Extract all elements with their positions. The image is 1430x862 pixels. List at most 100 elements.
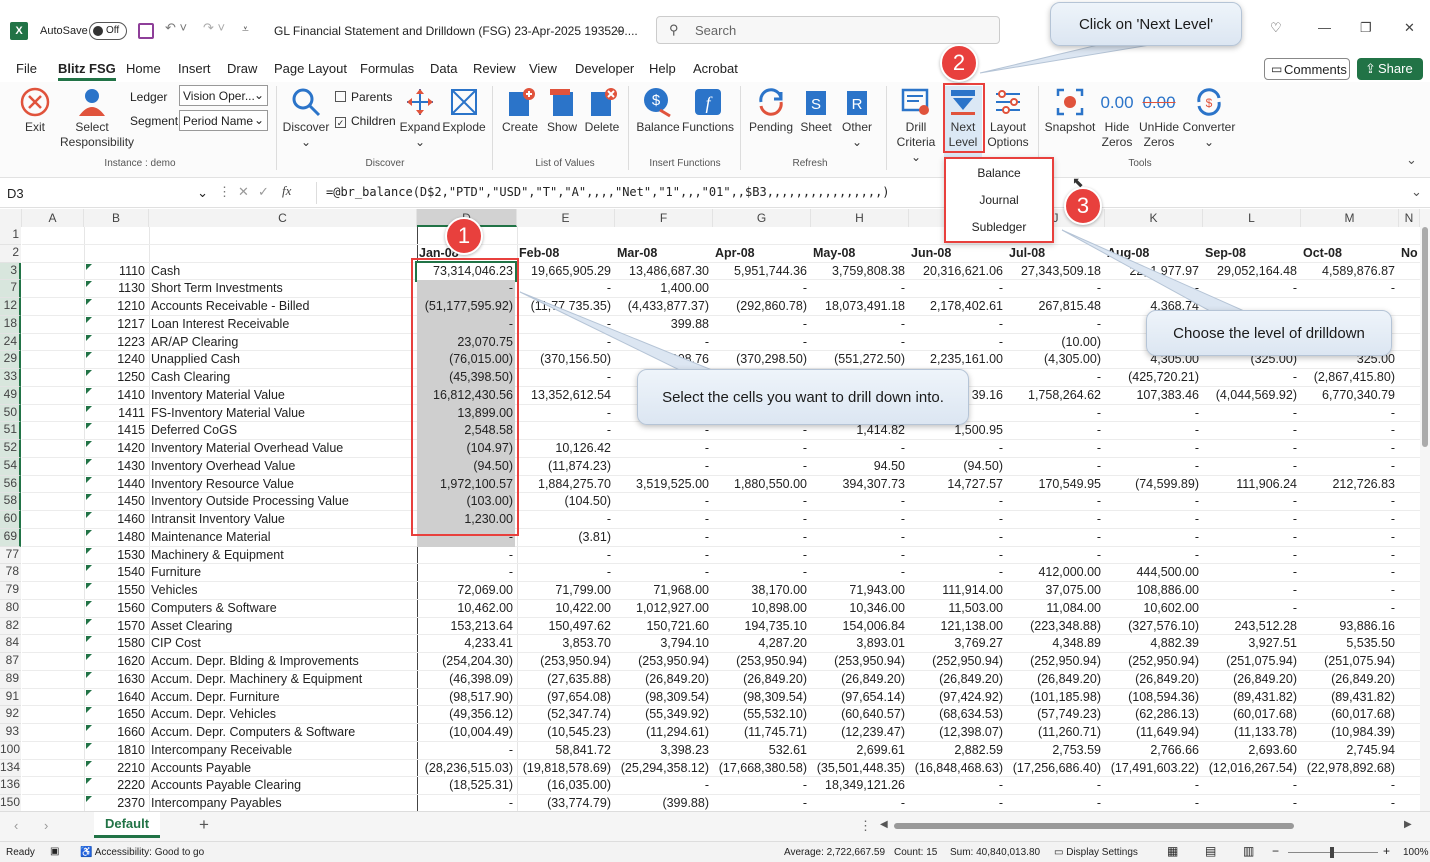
value-cell[interactable]: -	[1105, 548, 1199, 562]
value-cell[interactable]: 10,346.00	[811, 601, 905, 615]
title-dropdown-icon[interactable]: ⌄	[614, 22, 624, 36]
value-cell[interactable]: (11,649.94)	[1105, 725, 1199, 739]
pending-button[interactable]: Pending	[748, 86, 794, 135]
month-header-cell[interactable]: Oct-08	[1303, 246, 1342, 260]
value-cell[interactable]: (10,004.49)	[417, 725, 513, 739]
value-cell[interactable]: 121,138.00	[909, 619, 1003, 633]
value-cell[interactable]: 4,287.20	[713, 636, 807, 650]
account-name-cell[interactable]: Unapplied Cash	[151, 352, 240, 366]
value-cell[interactable]: (60,017.68)	[1301, 707, 1395, 721]
undo-icon[interactable]: ↶ ˅	[165, 20, 187, 36]
month-header-cell[interactable]: Aug-08	[1107, 246, 1149, 260]
account-code-cell[interactable]: 1570	[84, 619, 145, 633]
value-cell[interactable]: -	[1007, 512, 1101, 526]
value-cell[interactable]: (108,594.36)	[1105, 690, 1199, 704]
value-cell[interactable]: (11,745.71)	[713, 725, 807, 739]
value-cell[interactable]: (26,849.20)	[1203, 672, 1297, 686]
value-cell[interactable]: -	[713, 423, 807, 437]
value-cell[interactable]: (11,294.61)	[615, 725, 709, 739]
value-cell[interactable]: (253,950.94)	[811, 654, 905, 668]
value-cell[interactable]: -	[713, 494, 807, 508]
value-cell[interactable]: -	[1301, 796, 1395, 810]
value-cell[interactable]: -	[615, 459, 709, 473]
value-cell[interactable]: 10,422.00	[517, 601, 611, 615]
row-header[interactable]: 1	[0, 227, 21, 245]
value-cell[interactable]: -	[1203, 601, 1297, 615]
value-cell[interactable]: 212,726.83	[1301, 477, 1395, 491]
show-button[interactable]: Show	[540, 86, 584, 135]
row-header[interactable]: 18	[0, 315, 21, 334]
value-cell[interactable]: -	[811, 512, 905, 526]
value-cell[interactable]: -	[811, 494, 905, 508]
value-cell[interactable]: 5,951,744.36	[713, 264, 807, 278]
value-cell[interactable]: -	[713, 548, 807, 562]
autosave-toggle[interactable]: Off	[89, 22, 127, 40]
value-cell[interactable]: -	[1105, 281, 1199, 295]
row-header[interactable]: 134	[0, 759, 21, 778]
value-cell[interactable]: 4,233.41	[417, 636, 513, 650]
display-settings-button[interactable]: ▭ Display Settings	[1054, 847, 1138, 858]
value-cell[interactable]: (26,849.20)	[1301, 672, 1395, 686]
value-cell[interactable]: 1,500.95	[909, 423, 1003, 437]
value-cell[interactable]: -	[811, 548, 905, 562]
value-cell[interactable]: -	[615, 530, 709, 544]
value-cell[interactable]: 532.61	[713, 743, 807, 757]
account-code-cell[interactable]: 1415	[84, 423, 145, 437]
account-code-cell[interactable]: 1560	[84, 601, 145, 615]
account-name-cell[interactable]: Accum. Depr. Machinery & Equipment	[151, 672, 362, 686]
value-cell[interactable]: 71,943.00	[811, 583, 905, 597]
account-code-cell[interactable]: 1650	[84, 707, 145, 721]
value-cell[interactable]: 3,853.70	[517, 636, 611, 650]
row-header[interactable]: 50	[0, 404, 21, 423]
tab-blitz-fsg[interactable]: Blitz FSG	[58, 61, 116, 81]
row-header[interactable]: 58	[0, 493, 21, 511]
value-cell[interactable]: -	[1301, 778, 1395, 792]
account-code-cell[interactable]: 1530	[84, 548, 145, 562]
value-cell[interactable]: -	[909, 796, 1003, 810]
value-cell[interactable]: 38,170.00	[713, 583, 807, 597]
account-name-cell[interactable]: Loan Interest Receivable	[151, 317, 289, 331]
row-header[interactable]: 33	[0, 369, 21, 387]
value-cell[interactable]: -	[1301, 406, 1395, 420]
zoom-level[interactable]: 100%	[1403, 847, 1429, 858]
value-cell[interactable]: (89,431.82)	[1301, 690, 1395, 704]
value-cell[interactable]: -	[1203, 441, 1297, 455]
row-header[interactable]: 24	[0, 333, 21, 352]
value-cell[interactable]: -	[1007, 406, 1101, 420]
row-header[interactable]: 136	[0, 777, 21, 795]
value-cell[interactable]: 6,770,340.79	[1301, 388, 1395, 402]
value-cell[interactable]: (253,950.94)	[713, 654, 807, 668]
value-cell[interactable]: 5,535.50	[1301, 636, 1395, 650]
tab-data[interactable]: Data	[430, 61, 457, 76]
value-cell[interactable]: -	[1105, 441, 1199, 455]
dropdown-item-subledger[interactable]: Subledger	[946, 214, 1052, 240]
value-cell[interactable]: (253,950.94)	[615, 654, 709, 668]
value-cell[interactable]: -	[1203, 796, 1297, 810]
value-cell[interactable]: (98,309.54)	[713, 690, 807, 704]
value-cell[interactable]: -	[517, 317, 611, 331]
row-header[interactable]: 52	[0, 440, 21, 458]
value-cell[interactable]: (104.50)	[517, 494, 611, 508]
value-cell[interactable]: 29,052,164.48	[1203, 264, 1297, 278]
tab-acrobat[interactable]: Acrobat	[693, 61, 738, 76]
value-cell[interactable]: 10,602.00	[1105, 601, 1199, 615]
value-cell[interactable]: 2,699.61	[811, 743, 905, 757]
account-name-cell[interactable]: Machinery & Equipment	[151, 548, 284, 562]
month-header-cell[interactable]: Jul-08	[1009, 246, 1045, 260]
value-cell[interactable]: 111,914.00	[909, 583, 1003, 597]
value-cell[interactable]: -	[1007, 548, 1101, 562]
search-box[interactable]: ⚲ Search	[656, 16, 1000, 44]
value-cell[interactable]: -	[615, 335, 709, 349]
value-cell[interactable]: -	[1007, 494, 1101, 508]
delete-button[interactable]: Delete	[580, 86, 624, 135]
month-header-cell[interactable]: May-08	[813, 246, 855, 260]
value-cell[interactable]: -	[811, 441, 905, 455]
sheet-tab-default[interactable]: Default	[94, 812, 160, 838]
row-header[interactable]: 78	[0, 564, 21, 582]
account-code-cell[interactable]: 1130	[84, 281, 145, 295]
month-header-cell[interactable]: Feb-08	[519, 246, 559, 260]
cancel-formula-icon[interactable]: ✕	[238, 184, 249, 200]
value-cell[interactable]: 37,075.00	[1007, 583, 1101, 597]
value-cell[interactable]: -	[1203, 423, 1297, 437]
explode-button[interactable]: Explode	[442, 86, 486, 135]
